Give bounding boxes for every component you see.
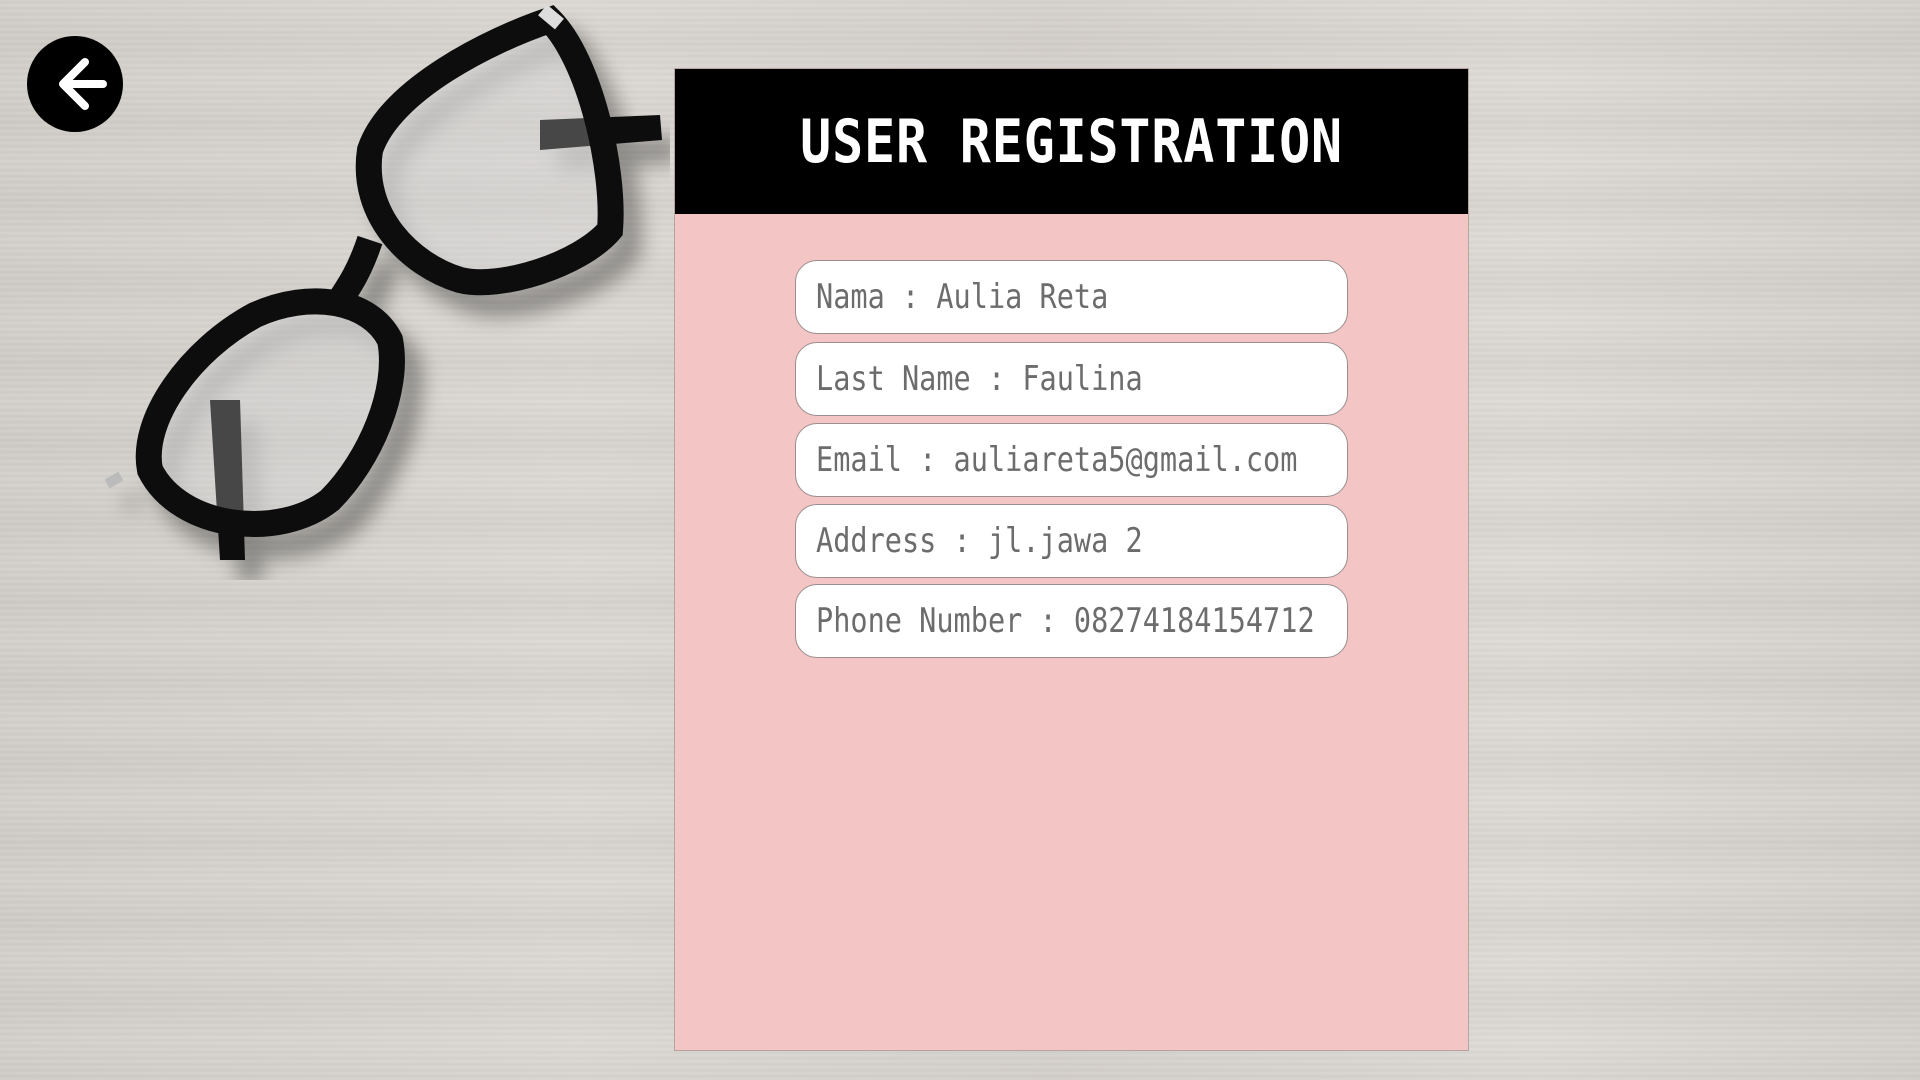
back-button[interactable] xyxy=(27,36,123,132)
address-text: Address : jl.jawa 2 xyxy=(816,521,1143,561)
arrow-left-icon xyxy=(59,58,107,110)
registration-card: USER REGISTRATION Nama : Aulia Reta Last… xyxy=(674,68,1469,1051)
last-name-field[interactable]: Last Name : Faulina xyxy=(795,342,1348,416)
first-name-text: Nama : Aulia Reta xyxy=(816,277,1109,317)
email-text: Email : auliareta5@gmail.com xyxy=(816,440,1298,480)
phone-number-field[interactable]: Phone Number : 08274184154712 xyxy=(795,584,1348,658)
email-field[interactable]: Email : auliareta5@gmail.com xyxy=(795,423,1348,497)
card-header: USER REGISTRATION xyxy=(675,69,1468,214)
first-name-field[interactable]: Nama : Aulia Reta xyxy=(795,260,1348,334)
address-field[interactable]: Address : jl.jawa 2 xyxy=(795,504,1348,578)
phone-number-text: Phone Number : 08274184154712 xyxy=(816,601,1315,641)
eyeglasses-image xyxy=(104,4,662,560)
last-name-text: Last Name : Faulina xyxy=(816,359,1143,399)
page-title: USER REGISTRATION xyxy=(800,106,1343,177)
